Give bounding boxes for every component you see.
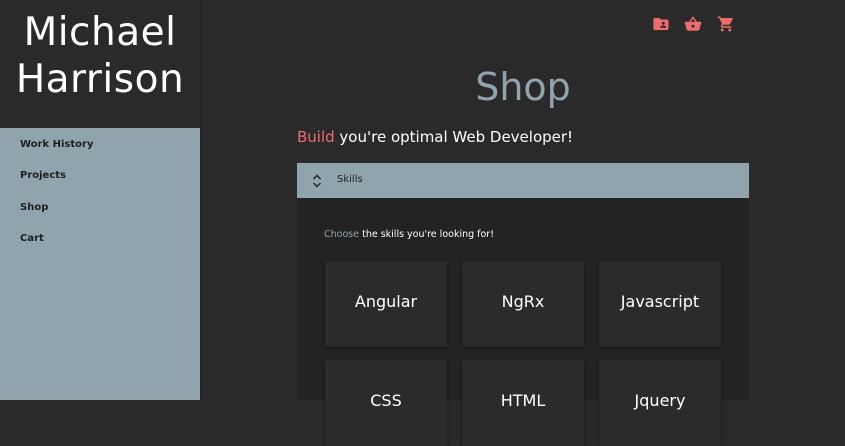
- skills-instruction: Choose the skills you're looking for!: [324, 229, 494, 240]
- skills-panel-title: Skills: [337, 174, 363, 185]
- sidebar-item-projects[interactable]: Projects: [20, 166, 66, 186]
- skill-card-html[interactable]: HTML: [462, 360, 584, 446]
- skills-panel: Skills Choose the skills you're looking …: [297, 163, 749, 446]
- skill-card-label: NgRx: [501, 292, 545, 311]
- brand: Michael Harrison: [0, 0, 200, 128]
- skill-card-javascript[interactable]: Javascript: [599, 261, 721, 347]
- folder-shared-icon[interactable]: [652, 15, 670, 33]
- page-title: Shop: [475, 65, 571, 109]
- skill-card-label: Angular: [354, 292, 418, 311]
- skills-instruction-accent: Choose: [324, 229, 360, 240]
- tagline-text: you're optimal Web Developer!: [334, 128, 574, 146]
- sidebar-item-shop[interactable]: Shop: [20, 198, 48, 218]
- sidebar-nav: Work History Projects Shop Cart: [0, 128, 200, 400]
- sidebar-item-work-history[interactable]: Work History: [20, 135, 93, 155]
- main-content: Shop Build you're optimal Web Developer!…: [201, 0, 845, 446]
- skill-card-label: CSS: [370, 391, 402, 410]
- shopping-cart-icon[interactable]: [717, 15, 735, 33]
- tagline: Build you're optimal Web Developer!: [297, 127, 573, 147]
- skill-card-label: Javascript: [620, 292, 700, 311]
- skills-instruction-text: the skills you're looking for!: [359, 229, 495, 240]
- skill-card-label: Jquery: [634, 391, 686, 410]
- shopping-basket-icon[interactable]: [684, 15, 702, 33]
- skill-card-ngrx[interactable]: NgRx: [462, 261, 584, 347]
- tagline-accent: Build: [297, 128, 335, 146]
- unfold-icon: [311, 173, 323, 189]
- brand-first-name: Michael: [23, 10, 177, 55]
- skills-panel-header[interactable]: Skills: [297, 163, 749, 198]
- sidebar: Michael Harrison Work History Projects S…: [0, 0, 201, 400]
- sidebar-item-cart[interactable]: Cart: [20, 229, 44, 249]
- skill-card-jquery[interactable]: Jquery: [599, 360, 721, 446]
- brand-last-name: Harrison: [15, 57, 185, 102]
- skill-card-css[interactable]: CSS: [325, 360, 447, 446]
- skill-card-label: HTML: [500, 391, 546, 410]
- skill-card-angular[interactable]: Angular: [325, 261, 447, 347]
